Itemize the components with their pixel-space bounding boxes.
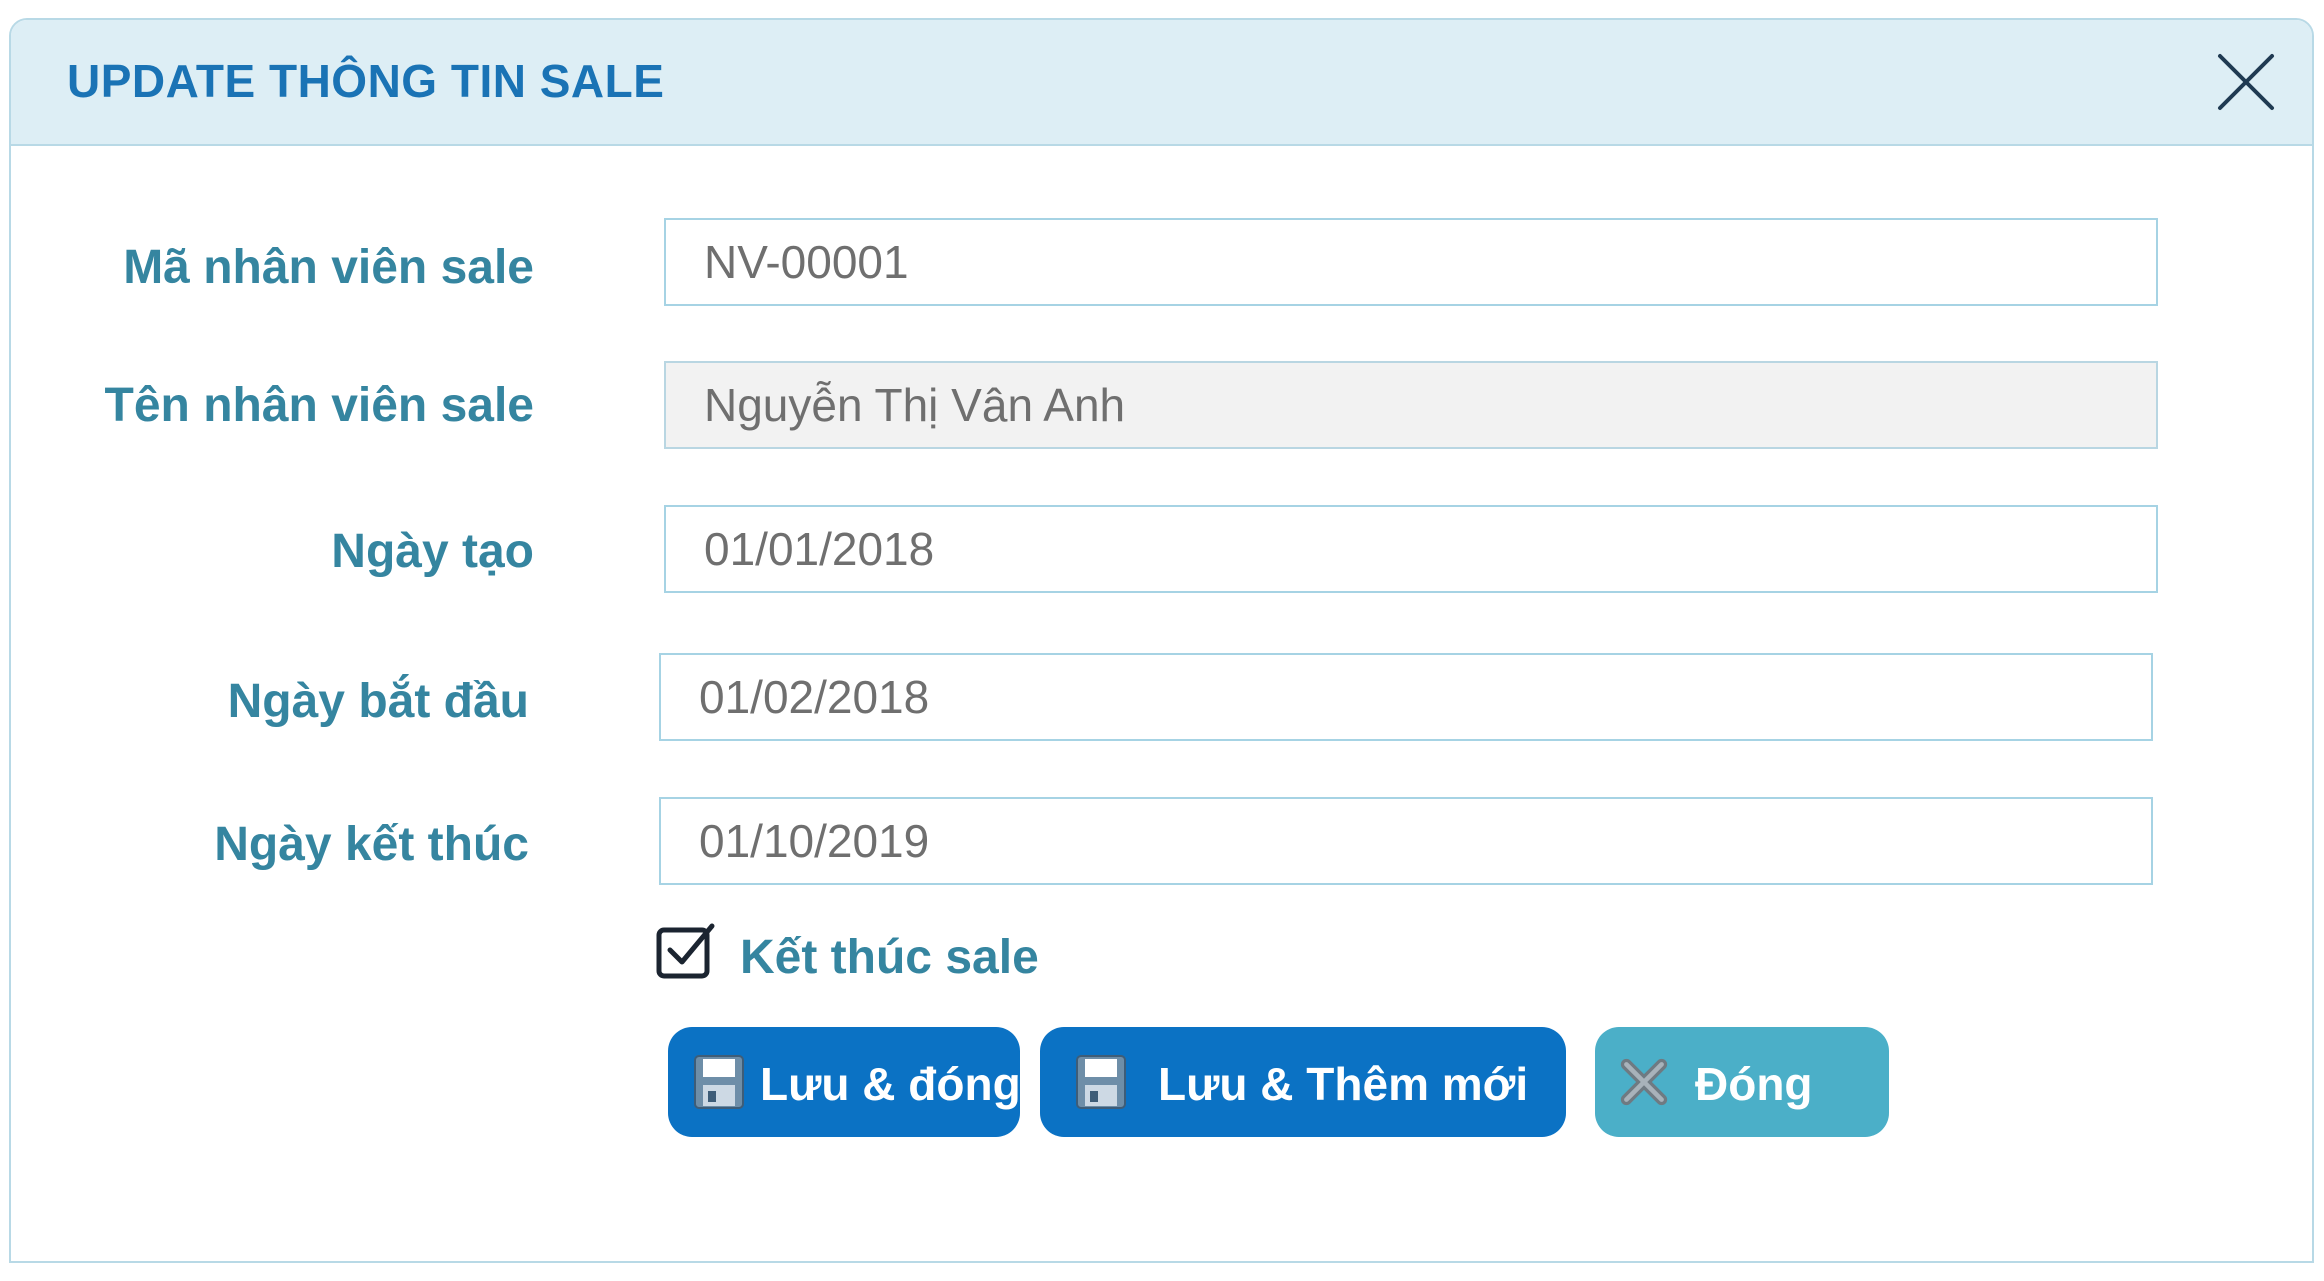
end-date-label: Ngày kết thúc [214, 818, 529, 871]
x-icon [1620, 1058, 1668, 1106]
employee-name-field: Nguyễn Thị Vân Anh [664, 361, 2158, 449]
end-sale-checkbox[interactable] [654, 918, 718, 987]
checked-box-icon [656, 923, 715, 979]
save-close-button[interactable]: Lưu & đóng [668, 1027, 1021, 1137]
save-close-label: Lưu & đóng [760, 1058, 1021, 1110]
close-icon[interactable] [2214, 50, 2278, 114]
close-label: Đóng [1695, 1058, 1813, 1110]
floppy-disk-icon [1076, 1055, 1126, 1109]
save-new-label: Lưu & Thêm mới [1158, 1058, 1529, 1110]
end-date-field[interactable]: 01/10/2019 [659, 797, 2153, 885]
employee-code-field[interactable]: NV-00001 [664, 218, 2158, 306]
floppy-disk-icon [694, 1055, 744, 1109]
created-date-field[interactable]: 01/01/2018 [664, 505, 2158, 593]
dialog-header: UPDATE THÔNG TIN SALE [11, 20, 2312, 146]
dialog-title: UPDATE THÔNG TIN SALE [67, 55, 665, 107]
created-date-label: Ngày tạo [331, 525, 534, 578]
close-button[interactable]: Đóng [1595, 1027, 1889, 1137]
save-new-button[interactable]: Lưu & Thêm mới [1040, 1027, 1566, 1137]
employee-name-label: Tên nhân viên sale [104, 379, 534, 432]
start-date-field[interactable]: 01/02/2018 [659, 653, 2153, 741]
employee-code-label: Mã nhân viên sale [123, 241, 534, 294]
end-sale-label: Kết thúc sale [740, 931, 1039, 984]
start-date-label: Ngày bắt đầu [227, 675, 529, 728]
